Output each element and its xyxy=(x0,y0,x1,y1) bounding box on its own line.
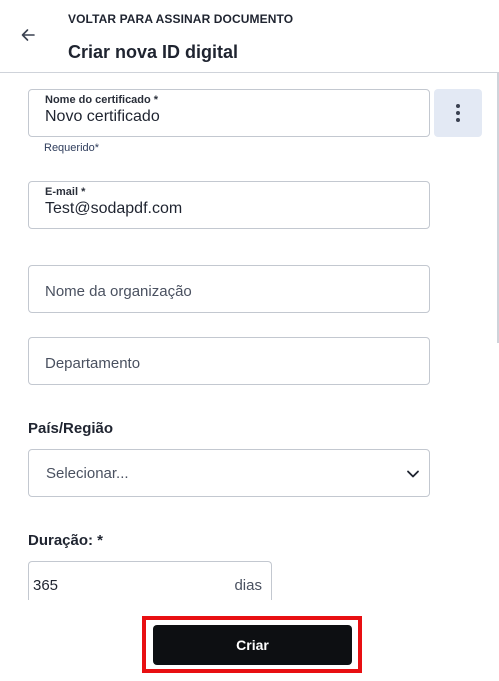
email-label: E-mail * xyxy=(45,186,86,198)
country-section-label: País/Região xyxy=(28,420,114,437)
email-value: Test@sodapdf.com xyxy=(45,200,183,217)
arrow-left-icon xyxy=(21,29,35,41)
back-button[interactable] xyxy=(16,24,40,46)
create-digital-id-page: VOLTAR PARA ASSINAR DOCUMENTO Criar nova… xyxy=(0,0,499,681)
certificate-name-label: Nome do certificado * xyxy=(45,94,159,106)
organization-placeholder: Nome da organização xyxy=(45,283,192,300)
department-placeholder: Departamento xyxy=(45,355,141,372)
certificate-name-field[interactable]: Nome do certificado * Novo certificado xyxy=(28,89,430,137)
page-header: VOLTAR PARA ASSINAR DOCUMENTO Criar nova… xyxy=(0,0,499,73)
duration-section-label: Duração: * xyxy=(28,532,104,549)
organization-field[interactable]: Nome da organização xyxy=(28,265,430,313)
more-vertical-icon xyxy=(456,104,460,122)
email-field[interactable]: E-mail * Test@sodapdf.com xyxy=(28,181,430,229)
country-selected-value: Selecionar... xyxy=(46,465,129,482)
duration-value: 365 xyxy=(33,577,59,594)
duration-unit: dias xyxy=(234,577,262,594)
country-select[interactable]: Selecionar... xyxy=(28,449,430,497)
certificate-name-value: Novo certificado xyxy=(45,108,160,125)
required-helper-text: Requerido* xyxy=(44,142,100,154)
chevron-down-icon xyxy=(407,470,419,478)
more-options-button[interactable] xyxy=(434,89,482,137)
page-title: Criar nova ID digital xyxy=(68,42,239,62)
back-link-label[interactable]: VOLTAR PARA ASSINAR DOCUMENTO xyxy=(68,12,293,26)
create-button[interactable]: Criar xyxy=(153,625,352,665)
department-field[interactable]: Departamento xyxy=(28,337,430,385)
